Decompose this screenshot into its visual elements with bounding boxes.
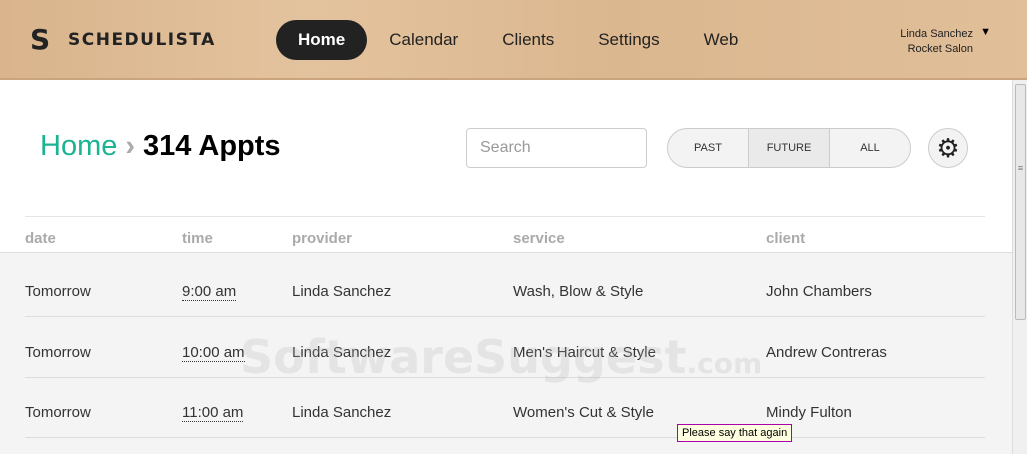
filter-future[interactable]: FUTURE [749,129,830,167]
scrollbar[interactable]: ≡ [1012,80,1027,454]
cell-provider: Linda Sanchez [292,283,392,300]
filter-past[interactable]: PAST [668,129,749,167]
logo[interactable]: S SCHEDULISTA [30,26,216,54]
col-provider[interactable]: provider [292,230,352,247]
business-name: Rocket Salon [907,43,973,55]
cell-client: Andrew Contreras [766,344,887,361]
main-nav: Home Calendar Clients Settings Web [276,20,760,60]
table-body: Tomorrow 9:00 am Linda Sanchez Wash, Blo… [0,252,1012,454]
user-name: Linda Sanchez [900,28,973,40]
nav-settings[interactable]: Settings [576,20,681,60]
cell-client: Mindy Fulton [766,404,852,421]
time-filter: PAST FUTURE ALL [667,128,911,168]
col-date[interactable]: date [25,230,56,247]
search-input[interactable] [466,128,647,168]
cell-time: 9:00 am [182,283,237,301]
cell-provider: Linda Sanchez [292,344,392,361]
nav-calendar[interactable]: Calendar [367,20,480,60]
cell-time: 10:00 am [182,344,245,362]
cell-date: Tomorrow [25,283,91,300]
nav-web[interactable]: Web [682,20,761,60]
cell-date: Tomorrow [25,344,91,361]
cell-provider: Linda Sanchez [292,404,392,421]
chevron-right-icon: › [125,130,136,162]
cell-time: 11:00 am [182,404,244,422]
brand-name: SCHEDULISTA [68,30,216,50]
cell-service: Women's Cut & Style [513,404,654,421]
page-title: Home › 314 Appts [40,130,281,163]
caret-down-icon[interactable]: ▼ [980,26,991,38]
table-row[interactable]: Tomorrow 11:00 am Linda Sanchez Women's … [25,378,985,438]
filter-all[interactable]: ALL [830,129,910,167]
col-service[interactable]: service [513,230,565,247]
cell-service: Wash, Blow & Style [513,283,644,300]
breadcrumb-home[interactable]: Home [40,130,117,162]
cell-client: John Chambers [766,283,872,300]
col-client[interactable]: client [766,230,805,247]
table-row[interactable]: Tomorrow 10:00 am Linda Sanchez Men's Ha… [25,318,985,378]
gear-icon[interactable]: ⚙ [928,128,968,168]
top-bar: S SCHEDULISTA Home Calendar Clients Sett… [0,0,1027,80]
table-header: date time provider service client [25,216,985,252]
cell-service: Men's Haircut & Style [513,344,656,361]
user-menu[interactable]: Linda Sanchez Rocket Salon [900,27,973,57]
nav-home[interactable]: Home [276,20,368,60]
cell-date: Tomorrow [25,404,91,421]
nav-clients[interactable]: Clients [480,20,576,60]
table-row[interactable]: Tomorrow 9:00 am Linda Sanchez Wash, Blo… [25,257,985,317]
breadcrumb-current: 314 Appts [143,130,281,162]
logo-icon: S [30,23,51,56]
tooltip: Please say that again [677,424,793,442]
scrollbar-thumb[interactable]: ≡ [1015,84,1026,320]
col-time[interactable]: time [182,230,213,247]
